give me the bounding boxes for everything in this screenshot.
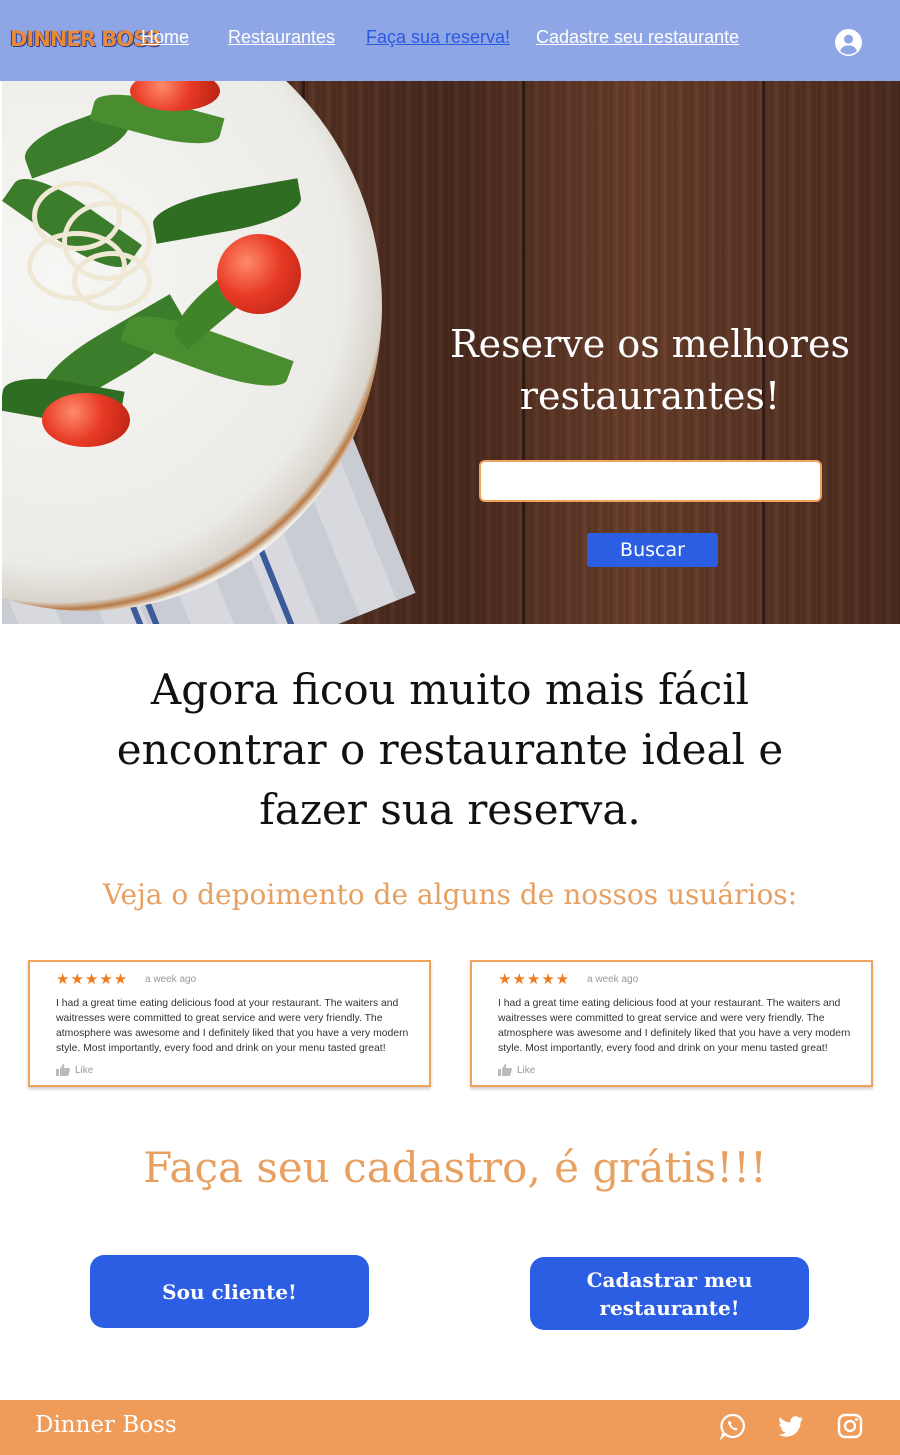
whatsapp-icon[interactable] xyxy=(719,1412,747,1440)
testimonials-title: Veja o depoimento de alguns de nossos us… xyxy=(102,878,798,911)
client-signup-button[interactable]: Sou cliente! xyxy=(90,1255,369,1328)
main-headline: Agora ficou muito mais fácil encontrar o… xyxy=(116,665,784,834)
review-text: I had a great time eating delicious food… xyxy=(56,998,409,1054)
twitter-icon[interactable] xyxy=(777,1412,805,1440)
review-text: I had a great time eating delicious food… xyxy=(498,998,851,1054)
pasta-image xyxy=(72,251,152,311)
footer: Dinner Boss xyxy=(0,1400,900,1455)
footer-brand: Dinner Boss xyxy=(35,1412,177,1438)
review-card: ★★★★★ a week ago I had a great time eati… xyxy=(28,960,431,1087)
hero-banner: Reserve os melhores restaurantes! Buscar xyxy=(2,81,900,624)
like-label: Like xyxy=(75,1064,94,1076)
search-button[interactable]: Buscar xyxy=(587,533,718,567)
restaurant-signup-button[interactable]: Cadastrar meu restaurante! xyxy=(530,1257,809,1330)
like-label: Like xyxy=(517,1064,536,1076)
rating-stars: ★★★★★ xyxy=(498,970,571,988)
user-account-icon[interactable] xyxy=(835,29,862,56)
review-card: ★★★★★ a week ago I had a great time eati… xyxy=(470,960,873,1087)
nav-link-home[interactable]: Home xyxy=(141,26,189,48)
navbar: DINNER BOSS Home Restaurantes Faça sua r… xyxy=(0,0,900,81)
like-button[interactable]: Like xyxy=(498,1064,535,1076)
like-button[interactable]: Like xyxy=(56,1064,93,1076)
review-time: a week ago xyxy=(587,974,639,985)
review-time: a week ago xyxy=(145,974,197,985)
nav-link-cadastre[interactable]: Cadastre seu restaurante xyxy=(536,26,739,48)
tomato-image xyxy=(217,234,301,314)
nav-link-restaurantes[interactable]: Restaurantes xyxy=(228,26,335,48)
tomato-image xyxy=(42,393,130,447)
rating-stars: ★★★★★ xyxy=(56,970,129,988)
thumbs-up-icon xyxy=(56,1064,70,1076)
signup-title: Faça seu cadastro, é grátis!!! xyxy=(143,1143,767,1192)
logo[interactable]: DINNER BOSS xyxy=(10,26,161,52)
search-input[interactable] xyxy=(479,460,822,502)
instagram-icon[interactable] xyxy=(836,1412,864,1440)
thumbs-up-icon xyxy=(498,1064,512,1076)
nav-link-reserva[interactable]: Faça sua reserva! xyxy=(366,26,510,48)
hero-title: Reserve os melhores restaurantes! xyxy=(450,322,850,418)
